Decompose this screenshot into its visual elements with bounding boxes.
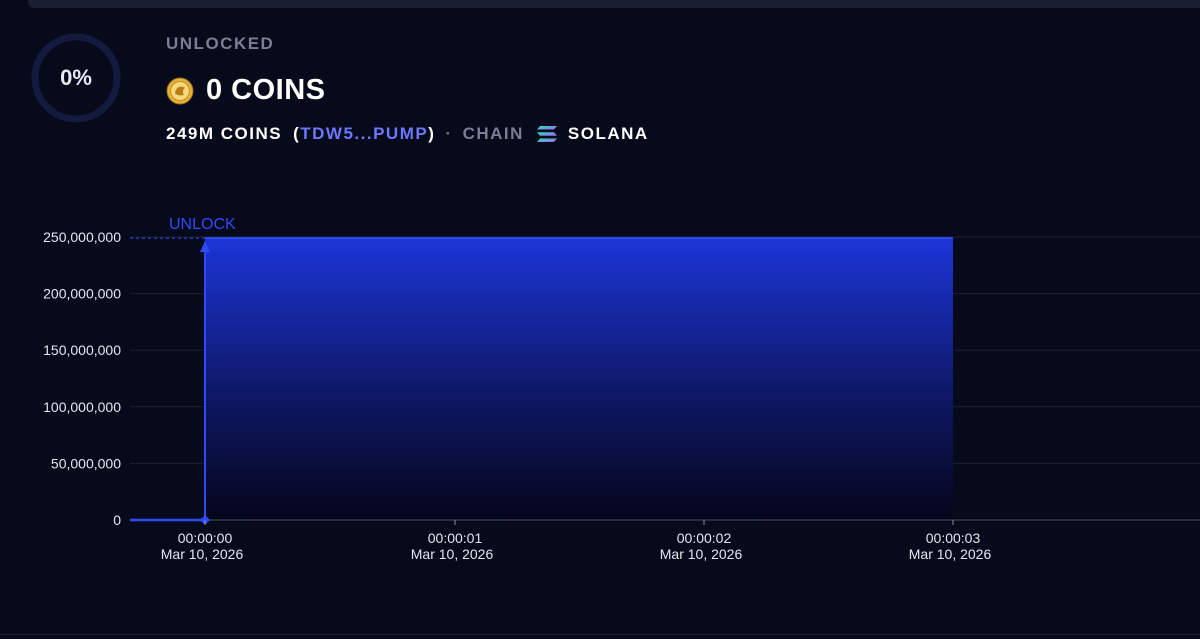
y-tick-label: 150,000,000 bbox=[43, 342, 121, 358]
coin-icon bbox=[166, 77, 194, 104]
token-address-link[interactable]: TDW5...PUMP bbox=[300, 124, 428, 144]
progress-percentage: 0% bbox=[60, 65, 92, 90]
chart-area bbox=[205, 237, 953, 520]
y-tick-label: 250,000,000 bbox=[43, 229, 121, 245]
x-tick-time-label: 00:00:01 bbox=[428, 530, 483, 546]
x-tick-time-label: 00:00:03 bbox=[926, 530, 981, 546]
unlock-progress-ring: 0% bbox=[30, 32, 122, 124]
status-label: UNLOCKED bbox=[166, 34, 275, 53]
address-open-paren: ( bbox=[293, 124, 301, 143]
y-tick-label: 100,000,000 bbox=[43, 399, 121, 415]
unlocked-amount: 0 COINS bbox=[166, 74, 326, 107]
x-tick-date-label: Mar 10, 2026 bbox=[161, 546, 244, 562]
chain-label: CHAIN bbox=[462, 124, 524, 143]
x-tick-date-label: Mar 10, 2026 bbox=[411, 546, 494, 562]
x-tick-time-label: 00:00:00 bbox=[178, 530, 233, 546]
bottom-divider bbox=[0, 634, 1200, 635]
solana-icon bbox=[536, 126, 557, 142]
meta-separator: · bbox=[445, 124, 453, 143]
unlock-annotation: UNLOCK bbox=[169, 216, 236, 233]
chain-name: SOLANA bbox=[567, 124, 649, 143]
unlocked-area bbox=[205, 238, 953, 520]
x-tick-date-label: Mar 10, 2026 bbox=[660, 546, 743, 562]
address-close-paren: ) bbox=[428, 124, 436, 143]
y-tick-label: 200,000,000 bbox=[43, 286, 121, 302]
y-tick-label: 0 bbox=[113, 512, 121, 528]
x-tick-date-label: Mar 10, 2026 bbox=[909, 546, 992, 562]
total-supply: 249M COINS bbox=[166, 124, 283, 143]
top-bar bbox=[28, 0, 1200, 8]
x-tick-time-label: 00:00:02 bbox=[677, 530, 732, 546]
y-tick-label: 50,000,000 bbox=[51, 455, 121, 471]
amount-text: 0 COINS bbox=[206, 74, 326, 106]
unlock-schedule-chart: 0 50,000,000 100,000,000 150,000,000 200,000… bbox=[43, 216, 1200, 562]
token-meta: 249M COINS ( TDW5...PUMP ) · CHAIN SOLAN… bbox=[166, 124, 649, 144]
